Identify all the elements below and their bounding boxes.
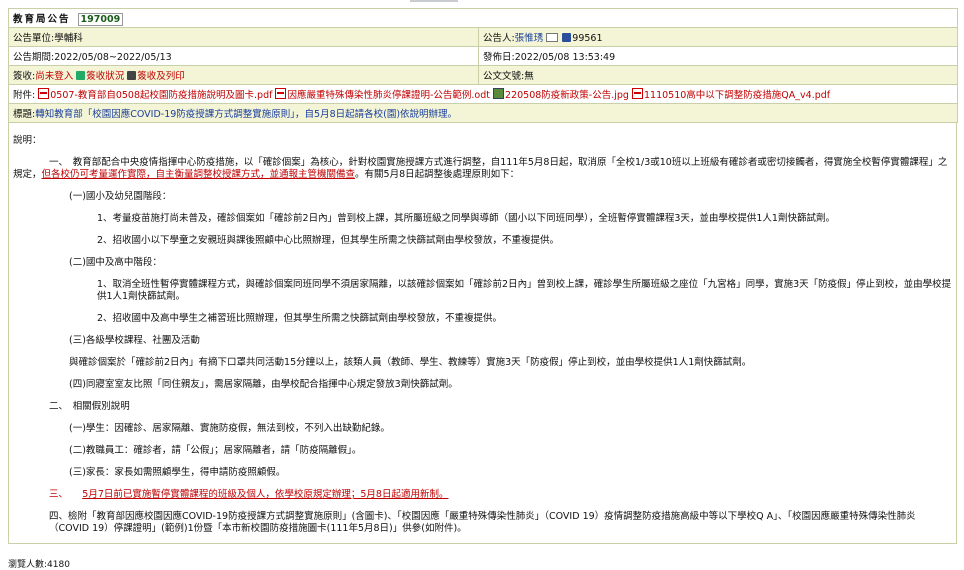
attachment-link[interactable]: 0507-教育部自0508起校園防疫措施說明及圖卡.pdf — [50, 90, 272, 101]
subject-value: 轉知教育部「校園因應COVID-19防疫授課方式調整實施原則」，自5月8日起請各… — [35, 109, 458, 120]
content-s2-1a: 1、取消全班性暫停實體課程方式，與確診個案同班同學不須居家隔離，以該確診個案如「… — [97, 279, 952, 290]
pdf-icon — [38, 88, 50, 99]
page-title: 教育局公告 — [13, 13, 71, 25]
published-label: 發佈日: — [483, 52, 515, 63]
content-s1-1: 1、考量疫苗施打尚未普及，確診個案如「確診前2日內」曾到校上課，其所屬班級之同學… — [97, 213, 835, 224]
content-intro: 說明： — [13, 135, 42, 146]
unit-label: 公告單位: — [13, 33, 55, 44]
image-file-icon — [493, 88, 505, 99]
content-p4a: 四、檢附「教育部因應校園因應COVID-19防疫授課方式調整實施原則」(含圖卡)… — [49, 511, 916, 522]
period-label: 公告期間: — [13, 52, 55, 63]
view-count: 瀏覽人數:4180 — [8, 560, 70, 570]
mail-icon[interactable] — [546, 33, 559, 42]
unit-value: 學輔科 — [54, 33, 83, 44]
pdf-icon — [275, 88, 287, 99]
poster-phone: 99561 — [572, 33, 603, 44]
content-s3-body: 與確診個案於「確診前2日內」有摘下口罩共同活動15分鐘以上，該類人員（教師、學生… — [69, 357, 752, 368]
content-s2: (二)國中及高中階段： — [69, 257, 162, 268]
top-scroll-marker — [410, 0, 458, 2]
content-p3-num: 三、 — [49, 489, 64, 500]
content-p1b: 規定，但各校仍可考量運作實際，自主衡量調整校授課方式，並通報主管機關備查。有關5… — [13, 169, 519, 181]
announcement-info-table: 教育局公告 197009 公告單位:學輔科 公告人:張惟琇 99561 公告期間… — [8, 8, 958, 123]
content-p1b-pre: 規定， — [13, 169, 42, 180]
announcement-body: 說明： 一、 教育部配合中央疫情指揮中心防疫措施，以「確診個案」為核心，針對校園… — [8, 123, 957, 544]
poster-name-link[interactable]: 張惟琇 — [515, 33, 544, 44]
doc-no-value: 無 — [524, 71, 534, 82]
attachment-link[interactable]: 1110510高中以下調整防疫措施QA_v4.pdf — [644, 90, 830, 101]
sign-status-icon — [76, 71, 86, 80]
content-p3: 三、 5月7日前已實施暫停實體課程的班級及個人，依學校原規定辦理；5月8日起適用… — [49, 489, 448, 501]
content-p2-2: (二)教職員工：確診者，請「公假」；居家隔離者，請「防疫隔離假」。 — [69, 445, 362, 456]
subject-label: 標題: — [13, 109, 36, 120]
content-p2-1: (一)學生：因確診、居家隔離、實施防疫假，無法到校，不列入出缺勤紀錄。 — [69, 423, 390, 434]
attachment-link[interactable]: 220508防疫新政策-公告.jpg — [505, 90, 629, 101]
sign-label: 簽收: — [13, 71, 36, 82]
content-p3-highlight: 5月7日前已實施暫停實體課程的班級及個人，依學校原規定辦理；5月8日起適用新制。 — [82, 489, 449, 500]
period-row: 公告期間:2022/05/08~2022/05/13 發佈日:2022/05/0… — [8, 46, 958, 66]
content-s3: (三)各級學校課程、社團及活動 — [69, 335, 200, 346]
period-value: 2022/05/08~2022/05/13 — [54, 52, 172, 63]
doc-no-label: 公文文號: — [483, 71, 525, 82]
sign-print-link[interactable]: 簽收及列印 — [137, 71, 185, 82]
header-row: 教育局公告 197009 — [8, 8, 958, 28]
unit-row: 公告單位:學輔科 公告人:張惟琇 99561 — [8, 27, 958, 47]
sign-status: 尚未登入 — [35, 71, 74, 82]
content-s2-2: 2、招收國中及高中學生之補習班比照辦理，但其學生所需之快篩試劑由學校發放，不重複… — [97, 313, 503, 324]
attachment-link[interactable]: 因應嚴重特殊傳染性肺炎停課證明-公告範例.odt — [287, 90, 490, 101]
poster-label: 公告人: — [483, 33, 515, 44]
content-p4b: （COVID 19）停課證明」(範例)1份暨「本市新校園防疫措施圖卡(111年5… — [49, 523, 467, 534]
published-value: 2022/05/08 13:53:49 — [514, 52, 616, 63]
content-p2: 二、 相關假別說明 — [49, 401, 130, 412]
content-p1b-post: 。有關5月8日起調整後處理原則如下： — [355, 169, 520, 180]
printer-icon — [127, 71, 137, 80]
content-p1a: 一、 教育部配合中央疫情指揮中心防疫措施，以「確診個案」為核心，針對校園實施授課… — [49, 157, 948, 168]
pdf-icon — [632, 88, 643, 99]
content-s1-2: 2、招收國小以下學童之安親班與課後照顧中心比照辦理，但其學生所需之快篩試劑由學校… — [97, 235, 560, 246]
phone-icon — [562, 33, 572, 42]
sign-status-link[interactable]: 簽收狀況 — [86, 71, 124, 82]
attachments-row: 附件: 0507-教育部自0508起校園防疫措施說明及圖卡.pdf 因應嚴重特殊… — [8, 84, 958, 104]
sign-row: 簽收:尚未登入 簽收狀況 簽收及列印 公文文號:無 — [8, 65, 958, 85]
subject-row: 標題:轉知教育部「校園因應COVID-19防疫授課方式調整實施原則」，自5月8日… — [8, 103, 958, 123]
attachments-label: 附件: — [13, 90, 36, 101]
content-p1b-highlight: 但各校仍可考量運作實際，自主衡量調整校授課方式，並通報主管機關備查 — [41, 169, 356, 180]
content-s2-1b: 供1人1劑快篩試劑。 — [97, 291, 186, 302]
announcement-panel: 教育局公告 197009 公告單位:學輔科 公告人:張惟琇 99561 公告期間… — [8, 8, 958, 544]
announcement-id-badge: 197009 — [77, 12, 124, 26]
content-s4: (四)同寢室室友比照「同住親友」，需居家隔離，由學校配合指揮中心規定發放3劑快篩… — [69, 379, 458, 390]
content-p2-3: (三)家長：家長如需照顧學生，得申請防疫照顧假。 — [69, 467, 286, 478]
top-strip — [0, 0, 964, 5]
content-s1: (一)國小及幼兒園階段： — [69, 191, 172, 202]
